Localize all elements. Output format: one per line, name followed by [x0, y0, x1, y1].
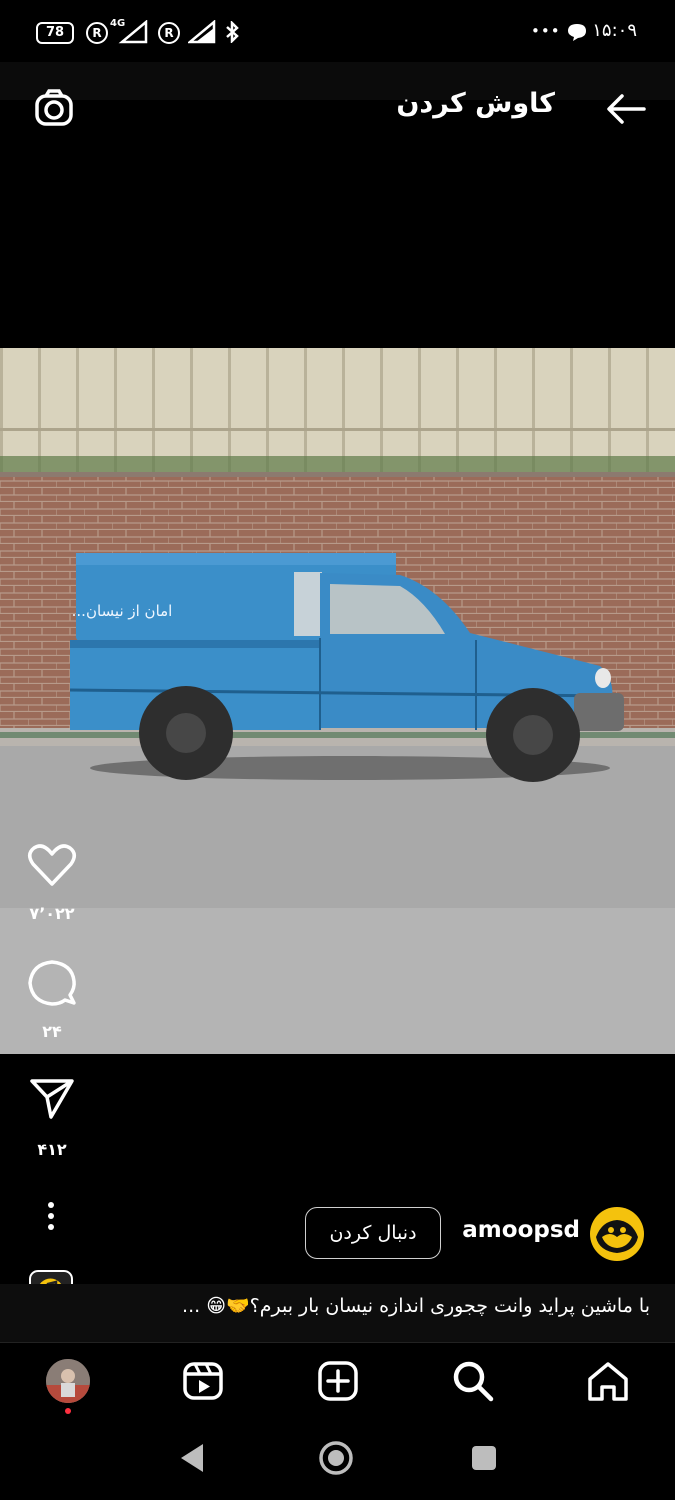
- reel-video[interactable]: امان از نیسان...: [0, 348, 675, 1054]
- status-time: ۱۵:۰۹: [592, 20, 637, 41]
- back-triangle-icon[interactable]: [178, 1442, 206, 1474]
- header-band: [0, 62, 675, 100]
- post-caption[interactable]: با ماشین پراید وانت چجوری اندازه نیسان ب…: [40, 1294, 650, 1317]
- bluetooth-icon: [226, 21, 239, 43]
- heart-icon[interactable]: [27, 842, 77, 888]
- author-username[interactable]: amoopsd: [430, 1217, 580, 1243]
- share-icon[interactable]: [29, 1078, 75, 1120]
- profile-icon: [46, 1359, 90, 1403]
- more-icon[interactable]: [44, 1200, 58, 1232]
- nav-profile[interactable]: [38, 1351, 98, 1411]
- home-icon[interactable]: [586, 1360, 630, 1402]
- signal-icon-2: [188, 20, 216, 44]
- signal-icon: [118, 20, 148, 44]
- share-count: ۴۱۲: [37, 1140, 67, 1159]
- page-title: کاوش کردن: [396, 88, 555, 119]
- search-icon[interactable]: [452, 1360, 494, 1402]
- comment-count: ۲۴: [42, 1022, 62, 1041]
- recents-square-icon[interactable]: [470, 1444, 498, 1472]
- comment-icon[interactable]: [27, 958, 77, 1008]
- home-circle-icon[interactable]: [318, 1440, 354, 1476]
- author-avatar-art: [596, 1220, 638, 1253]
- reels-icon[interactable]: [182, 1361, 224, 1401]
- camera-icon[interactable]: [34, 88, 76, 128]
- more-status-dots: •••: [531, 22, 561, 40]
- author-avatar[interactable]: [590, 1207, 644, 1261]
- follow-button[interactable]: دنبال کردن: [305, 1207, 441, 1259]
- create-icon[interactable]: [317, 1360, 359, 1402]
- roaming-indicator: R: [86, 22, 108, 44]
- battery-indicator: 78: [36, 22, 74, 44]
- profile-notification-dot: [65, 1408, 71, 1414]
- roaming-indicator-2: R: [158, 22, 180, 44]
- video-scene: امان از نیسان...: [0, 348, 675, 1054]
- profile-photo-art: [46, 1359, 90, 1403]
- like-count: ۷٬۰۲۲: [29, 904, 75, 923]
- message-icon: [568, 24, 586, 41]
- truck-lettering: امان از نیسان...: [72, 602, 173, 620]
- back-arrow-icon[interactable]: [604, 92, 648, 126]
